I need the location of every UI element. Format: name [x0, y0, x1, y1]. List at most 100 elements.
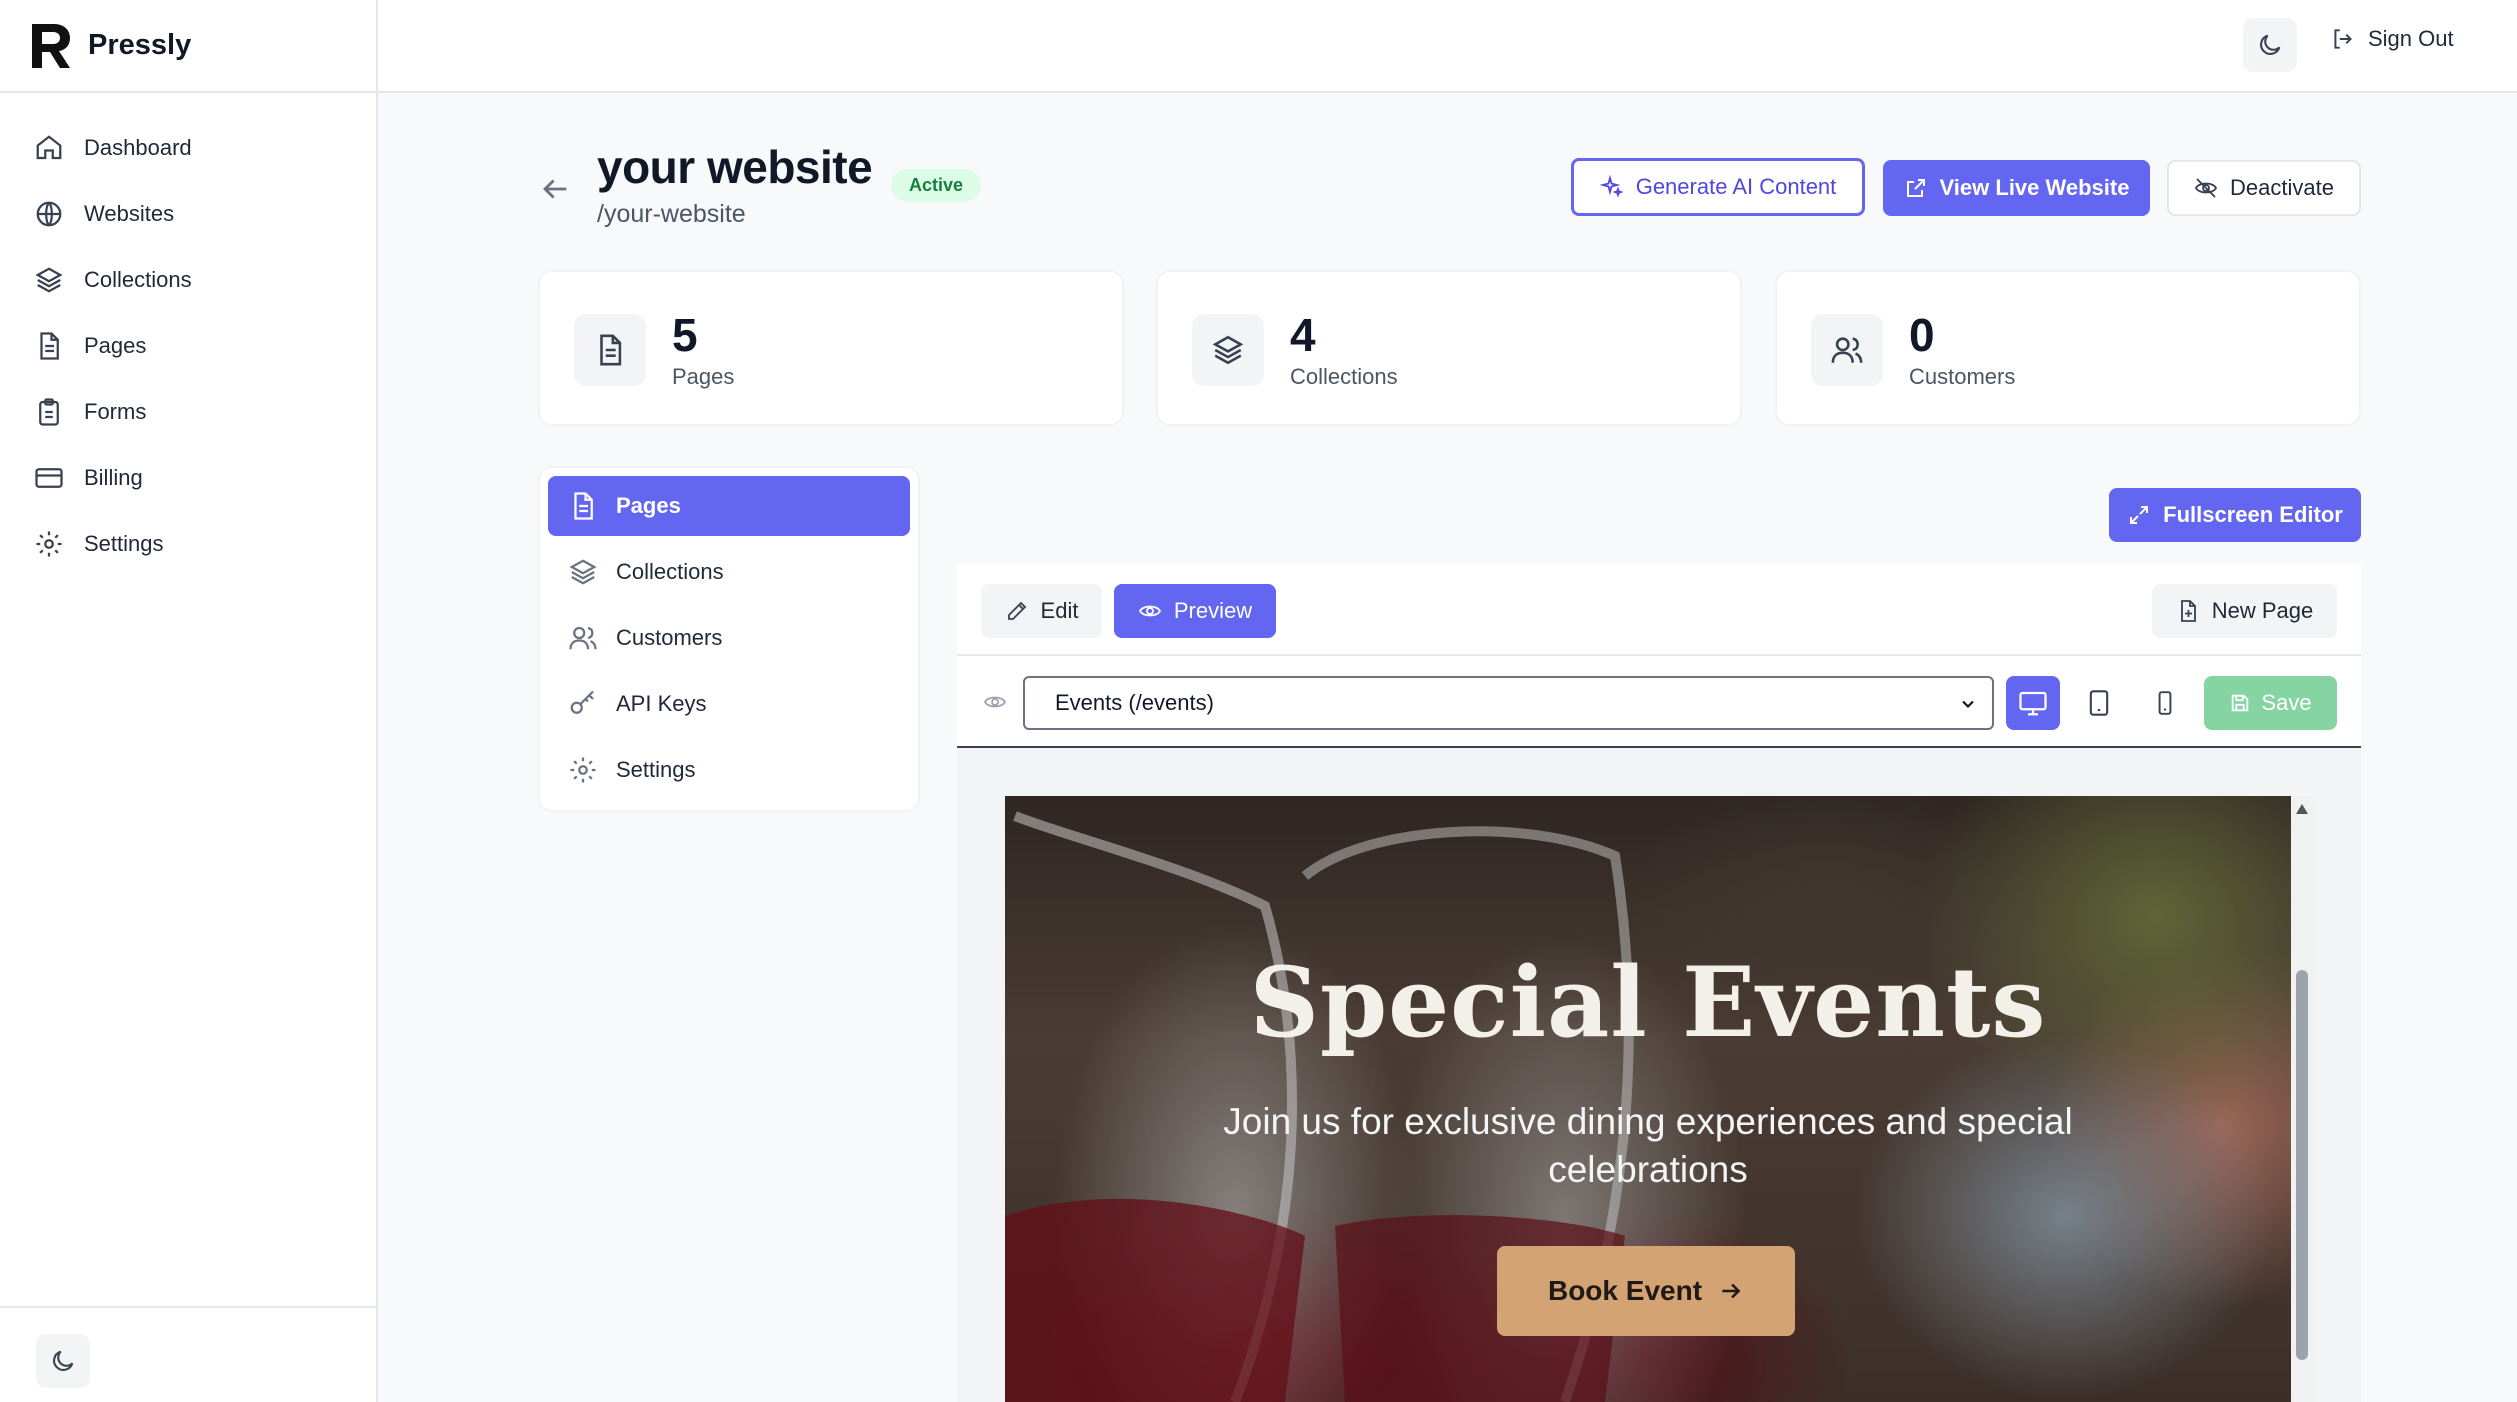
home-icon: [36, 135, 62, 160]
site-slug: /your-website: [597, 200, 746, 228]
sidebar-nav: Dashboard Websites Collections Pages For…: [0, 93, 376, 577]
theme-toggle-button[interactable]: [2243, 18, 2297, 72]
theme-toggle-button[interactable]: [36, 1334, 90, 1388]
editor-toolbar: Edit Preview New Page: [957, 564, 2361, 656]
edit-mode-button[interactable]: Edit: [981, 584, 1102, 638]
save-label: Save: [2261, 690, 2312, 715]
tablet-icon: [2089, 690, 2109, 716]
subnav-item-settings[interactable]: Settings: [548, 740, 910, 800]
subnav-item-label: Customers: [616, 625, 723, 650]
subnav-item-label: Settings: [616, 757, 696, 782]
users-icon: [1811, 314, 1883, 386]
page-select[interactable]: Events (/events): [1023, 676, 1994, 730]
stat-value: 5: [672, 309, 698, 361]
stat-card-pages: 5 Pages: [538, 270, 1124, 426]
preview-scrollbar[interactable]: [2291, 796, 2313, 1402]
sidebar-item-label: Collections: [84, 267, 192, 292]
sidebar-item-label: Settings: [84, 531, 164, 556]
new-page-label: New Page: [2211, 598, 2314, 623]
deactivate-label: Deactivate: [2230, 175, 2334, 200]
subnav-item-label: API Keys: [616, 691, 707, 716]
stat-value: 0: [1909, 309, 1935, 361]
pencil-icon: [1007, 601, 1026, 620]
preview-mode-button[interactable]: Preview: [1114, 584, 1276, 638]
pressly-logo-icon: [32, 23, 70, 68]
new-page-button[interactable]: New Page: [2152, 584, 2337, 638]
smartphone-icon: [2158, 691, 2172, 715]
sidebar-item-collections[interactable]: Collections: [0, 247, 376, 313]
sidebar-footer: [0, 1306, 376, 1402]
eye-off-icon: [2195, 178, 2218, 198]
stat-label: Collections: [1290, 364, 1398, 389]
scroll-up-arrow-icon[interactable]: [2296, 804, 2308, 814]
monitor-icon: [2019, 691, 2047, 716]
chevron-down-icon: [1962, 700, 1974, 708]
sidebar-item-label: Billing: [84, 465, 143, 490]
book-event-button[interactable]: Book Event: [1497, 1246, 1795, 1336]
desktop-view-button[interactable]: [2006, 676, 2060, 730]
save-button[interactable]: Save: [2204, 676, 2337, 730]
preview-area: Special Events Join us for exclusive din…: [957, 748, 2361, 1402]
sidebar-item-label: Websites: [84, 201, 175, 226]
view-live-label: View Live Website: [1939, 175, 2130, 200]
preview-label: Preview: [1173, 598, 1253, 623]
sparkles-icon: [1599, 175, 1624, 198]
stat-card-customers: 0 Customers: [1775, 270, 2361, 426]
preview-frame[interactable]: Special Events Join us for exclusive din…: [1005, 796, 2313, 1402]
brand-name: Pressly: [88, 29, 192, 61]
sidebar-item-pages[interactable]: Pages: [0, 313, 376, 379]
sidebar-item-label: Forms: [84, 399, 147, 424]
external-link-icon: [1906, 179, 1925, 197]
subnav-item-collections[interactable]: Collections: [548, 542, 910, 602]
fullscreen-editor-button[interactable]: Fullscreen Editor: [2109, 488, 2361, 542]
eye-icon: [983, 696, 1007, 708]
logout-icon: [2334, 29, 2352, 49]
sign-out-button[interactable]: Sign Out: [2330, 26, 2454, 52]
deactivate-button[interactable]: Deactivate: [2167, 160, 2361, 216]
page-select-value: Events (/events): [1055, 690, 1214, 715]
subnav-item-customers[interactable]: Customers: [548, 608, 910, 668]
topbar: [378, 0, 2517, 93]
edit-label: Edit: [1040, 598, 1079, 623]
tablet-view-button[interactable]: [2072, 676, 2126, 730]
website-subnav: Pages Collections Customers API Keys Set…: [538, 466, 920, 812]
sidebar-item-settings[interactable]: Settings: [0, 511, 376, 577]
stat-card-collections: 4 Collections: [1156, 270, 1742, 426]
status-badge: Active: [891, 169, 982, 202]
layers-icon: [1192, 314, 1264, 386]
users-icon: [569, 626, 597, 650]
generate-ai-content-button[interactable]: Generate AI Content: [1571, 158, 1865, 216]
fullscreen-label: Fullscreen Editor: [2163, 502, 2343, 527]
save-icon: [2232, 694, 2249, 712]
file-plus-icon: [2180, 600, 2196, 622]
mobile-view-button[interactable]: [2138, 676, 2192, 730]
page-title: your website: [597, 141, 873, 193]
scroll-thumb[interactable]: [2296, 970, 2308, 1360]
moon-icon: [2260, 34, 2281, 55]
sidebar-item-websites[interactable]: Websites: [0, 181, 376, 247]
file-icon: [40, 332, 59, 360]
file-icon: [574, 314, 646, 386]
credit-card-icon: [35, 468, 63, 488]
sidebar-item-label: Dashboard: [84, 135, 192, 160]
book-event-label: Book Event: [1547, 1275, 1703, 1306]
view-live-website-button[interactable]: View Live Website: [1883, 160, 2150, 216]
subnav-item-pages[interactable]: Pages: [548, 476, 910, 536]
hero-section: Special Events Join us for exclusive din…: [1005, 796, 2291, 1402]
hero-title: Special Events: [1249, 946, 2047, 1059]
layers-icon: [569, 559, 597, 585]
sidebar-item-billing[interactable]: Billing: [0, 445, 376, 511]
sidebar-item-dashboard[interactable]: Dashboard: [0, 115, 376, 181]
brand[interactable]: Pressly: [0, 0, 376, 93]
generate-label: Generate AI Content: [1635, 174, 1837, 199]
globe-icon: [36, 201, 62, 227]
subnav-item-api-keys[interactable]: API Keys: [548, 674, 910, 734]
hero-subtitle: Join us for exclusive dining experiences…: [1223, 1101, 2073, 1190]
stat-value: 4: [1290, 309, 1316, 361]
sidebar-item-forms[interactable]: Forms: [0, 379, 376, 445]
key-icon: [570, 690, 594, 714]
sidebar: Pressly Dashboard Websites Collections P…: [0, 0, 378, 1402]
sign-out-label: Sign Out: [2368, 26, 2454, 51]
gear-icon: [570, 757, 596, 783]
back-arrow-icon[interactable]: [538, 172, 572, 206]
